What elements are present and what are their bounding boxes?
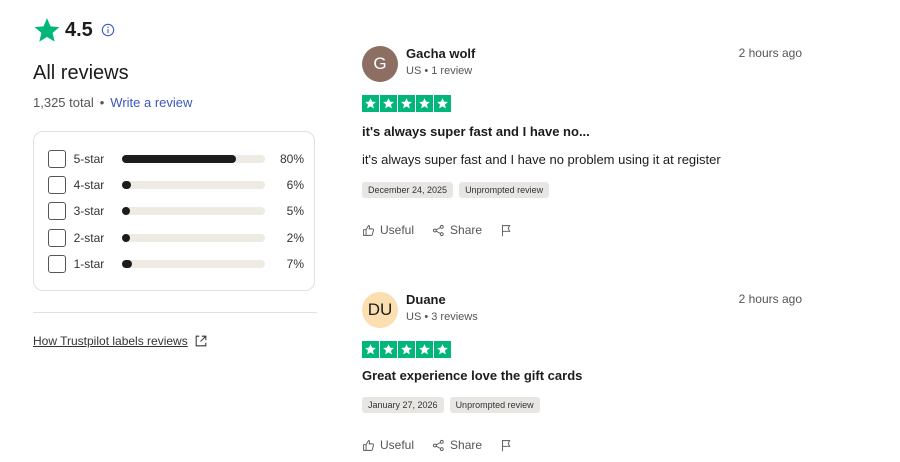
filter-row-3-star[interactable]: 3-star 5% [48, 202, 304, 220]
review-tags: January 27, 2026 Unprompted review [362, 397, 540, 413]
percent-value: 5% [286, 204, 305, 218]
checkbox-3-star[interactable] [48, 202, 66, 220]
reviewer-name[interactable]: Duane [406, 292, 446, 307]
star-rating [362, 95, 451, 112]
share-label: Share [450, 223, 483, 237]
star-icon [434, 95, 451, 112]
date-tag: January 27, 2026 [362, 397, 444, 413]
bar-track [122, 207, 265, 215]
review-actions: Useful Share [362, 438, 513, 452]
star-icon [362, 341, 379, 358]
write-review-link[interactable]: Write a review [110, 95, 192, 110]
overall-rating: 4.5 [33, 16, 115, 44]
flag-icon [502, 439, 511, 451]
percent-value: 2% [286, 231, 305, 245]
review-card: DU Duane US • 3 reviews 2 hours ago Grea… [362, 292, 802, 462]
useful-button[interactable]: Useful [362, 438, 414, 452]
avatar[interactable]: G [362, 46, 398, 82]
source-tag[interactable]: Unprompted review [459, 182, 550, 198]
rating-value: 4.5 [65, 18, 93, 41]
reviewer-name[interactable]: Gacha wolf [406, 46, 475, 61]
how-labels-link-text: How Trustpilot labels reviews [33, 334, 188, 348]
checkbox-4-star[interactable] [48, 176, 66, 194]
review-card: G Gacha wolf US • 1 review 2 hours ago i… [362, 46, 802, 246]
review-actions: Useful Share [362, 223, 513, 237]
thumbs-up-icon [363, 224, 374, 236]
filter-row-1-star[interactable]: 1-star 7% [48, 255, 304, 273]
bar-track [122, 181, 265, 189]
review-title[interactable]: Great experience love the gift cards [362, 368, 582, 383]
filter-label: 5-star [73, 152, 105, 166]
star-icon [434, 341, 451, 358]
info-icon[interactable] [101, 23, 115, 37]
bar-fill [122, 260, 133, 268]
review-body: it's always super fast and I have no pro… [362, 152, 721, 167]
how-labels-link[interactable]: How Trustpilot labels reviews [33, 334, 208, 348]
filter-label: 1-star [73, 257, 105, 271]
review-total-row: 1,325 total • Write a review [33, 95, 192, 110]
review-tags: December 24, 2025 Unprompted review [362, 182, 550, 198]
share-label: Share [450, 438, 483, 452]
filter-label: 3-star [73, 204, 105, 218]
thumbs-up-icon [363, 439, 374, 451]
bar-track [122, 234, 265, 242]
share-icon [432, 224, 444, 236]
flag-button[interactable] [500, 224, 513, 237]
avatar[interactable]: DU [362, 292, 398, 328]
star-icon [398, 341, 415, 358]
divider [33, 312, 317, 313]
bar-track [122, 260, 265, 268]
checkbox-2-star[interactable] [48, 229, 66, 247]
checkbox-1-star[interactable] [48, 255, 66, 273]
bar-fill [122, 181, 132, 189]
percent-value: 80% [279, 152, 305, 166]
star-icon [362, 95, 379, 112]
star-icon [416, 341, 433, 358]
rating-distribution: 5-star 80% 4-star 6% 3-star 5% 2-star 2%… [33, 131, 315, 291]
review-time: 2 hours ago [738, 46, 802, 60]
star-rating [362, 341, 451, 358]
filter-row-4-star[interactable]: 4-star 6% [48, 176, 304, 194]
external-link-icon [195, 335, 207, 347]
star-icon [34, 18, 60, 42]
filter-row-5-star[interactable]: 5-star 80% [48, 150, 304, 168]
star-icon [380, 95, 397, 112]
useful-button[interactable]: Useful [362, 223, 414, 237]
review-time: 2 hours ago [738, 292, 802, 306]
share-icon [432, 439, 444, 451]
filter-label: 2-star [73, 231, 105, 245]
filter-row-2-star[interactable]: 2-star 2% [48, 229, 304, 247]
share-button[interactable]: Share [432, 438, 482, 452]
flag-button[interactable] [500, 439, 513, 452]
bar-fill [122, 155, 237, 163]
checkbox-5-star[interactable] [48, 150, 66, 168]
percent-value: 7% [286, 257, 305, 271]
star-icon [416, 95, 433, 112]
bar-track [122, 155, 265, 163]
review-title[interactable]: it's always super fast and I have no... [362, 124, 590, 139]
review-total: 1,325 total [33, 95, 94, 110]
page-title: All reviews [33, 62, 129, 84]
useful-label: Useful [380, 223, 415, 237]
useful-label: Useful [380, 438, 415, 452]
percent-value: 6% [286, 178, 305, 192]
star-icon [398, 95, 415, 112]
flag-icon [502, 224, 511, 236]
reviewer-meta: US • 3 reviews [406, 311, 478, 323]
filter-label: 4-star [73, 178, 105, 192]
date-tag: December 24, 2025 [362, 182, 454, 198]
star-icon [380, 341, 397, 358]
separator: • [99, 95, 105, 110]
bar-fill [122, 207, 131, 215]
source-tag[interactable]: Unprompted review [449, 397, 540, 413]
reviewer-meta: US • 1 review [406, 65, 473, 77]
bar-fill [122, 234, 131, 242]
share-button[interactable]: Share [432, 223, 482, 237]
